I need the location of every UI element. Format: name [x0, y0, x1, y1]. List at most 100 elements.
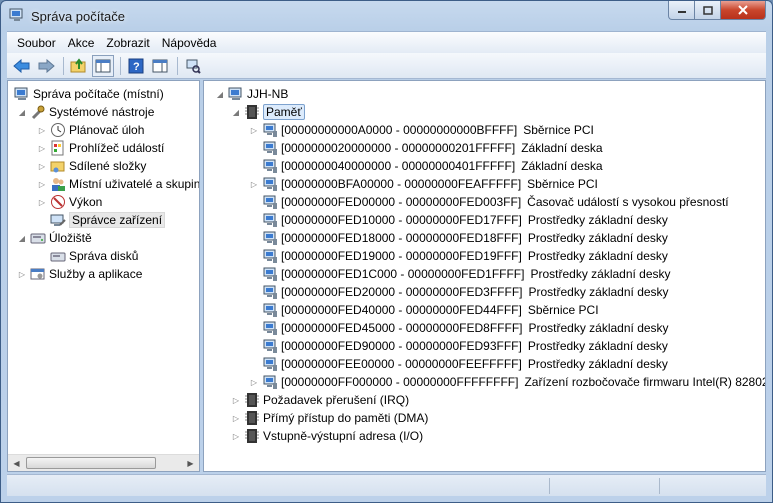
memory-resource-item[interactable]: [00000000FED18000 - 00000000FED18FFF] Pro… — [248, 229, 668, 247]
memory-resource-item[interactable]: [00000000FED1C000 - 00000000FED1FFFF] Pro… — [248, 265, 671, 283]
memory-resource-item[interactable]: ▷ [00000000FF000000 - 00000000FFFFFFFF] Za… — [248, 373, 765, 391]
tree-item-performance[interactable]: ▷ Výkon — [36, 193, 102, 211]
scroll-left-arrow-icon[interactable]: ◀ — [8, 455, 25, 471]
action-pane-button[interactable] — [149, 55, 171, 77]
up-one-level-button[interactable] — [68, 55, 90, 77]
tree-item-label: Správa disků — [69, 249, 139, 263]
memory-resource-item[interactable]: [00000000FED45000 - 00000000FED8FFFF] Pro… — [248, 319, 669, 337]
menu-akce[interactable]: Akce — [62, 36, 101, 50]
no-expand-spacer — [248, 142, 260, 154]
tree-item-device-manager[interactable]: Správce zařízení — [48, 211, 166, 229]
no-expand-spacer — [248, 340, 260, 352]
expand-arrow-icon[interactable]: ▷ — [16, 268, 28, 280]
memory-chip-icon — [244, 104, 260, 120]
expand-arrow-icon[interactable]: ▷ — [36, 160, 48, 172]
navigation-tree[interactable]: Správa počítače (místní) ◢ Systémové nás… — [7, 80, 200, 472]
device-icon — [262, 230, 278, 246]
toolbar-separator — [177, 56, 178, 75]
memory-chip-icon — [244, 392, 260, 408]
memory-range: [00000000FF000000 - 00000000FFFFFFFF] — [281, 375, 519, 389]
left-horizontal-scrollbar[interactable]: ◀ ▶ — [8, 454, 199, 471]
device-name: Prostředky základní desky — [530, 267, 671, 281]
expand-arrow-icon[interactable]: ▷ — [36, 196, 48, 208]
tree-item-label: Služby a aplikace — [49, 267, 143, 281]
memory-resource-item[interactable]: ▷ [00000000000A0000 - 00000000000BFFFF] Sb… — [248, 121, 594, 139]
memory-resource-item[interactable]: [00000000FED10000 - 00000000FED17FFF] Pro… — [248, 211, 668, 229]
tree-item-event-viewer[interactable]: ▷ Prohlížeč událostí — [36, 139, 164, 157]
close-button[interactable] — [721, 1, 766, 20]
tree-root-computer[interactable]: ◢ JJH-NB — [214, 85, 288, 103]
menu-soubor[interactable]: Soubor — [11, 36, 62, 50]
back-button[interactable] — [11, 55, 33, 77]
minimize-button[interactable] — [668, 1, 695, 20]
expand-arrow-icon[interactable]: ▷ — [248, 178, 260, 190]
computer-management-icon — [14, 86, 30, 102]
category-label: Vstupně-výstupní adresa (I/O) — [263, 429, 424, 443]
device-name: Základní deska — [521, 159, 603, 173]
memory-range: [00000000BFA00000 - 00000000FEAFFFFF] — [281, 177, 522, 191]
expand-arrow-icon[interactable]: ▷ — [230, 394, 242, 406]
tree-item-system-tools[interactable]: ◢ Systémové nástroje — [16, 103, 154, 121]
memory-resource-item[interactable]: [00000000FED00000 - 00000000FED003FF] Čas… — [248, 193, 729, 211]
performance-icon — [50, 194, 66, 210]
scroll-thumb[interactable] — [26, 457, 156, 469]
memory-resource-item[interactable]: [0000000020000000 - 00000000201FFFFF] Zák… — [248, 139, 603, 157]
expand-arrow-icon[interactable]: ▷ — [248, 124, 260, 136]
expand-arrow-icon[interactable]: ▷ — [36, 178, 48, 190]
memory-resource-item[interactable]: [00000000FED19000 - 00000000FED19FFF] Pro… — [248, 247, 668, 265]
device-icon — [262, 212, 278, 228]
menu-napoveda[interactable]: Nápověda — [156, 36, 223, 50]
expand-arrow-icon[interactable]: ▷ — [248, 376, 260, 388]
tree-item-storage[interactable]: ◢ Úložiště — [16, 229, 92, 247]
title-bar[interactable]: Správa počítače — [1, 1, 772, 31]
collapse-arrow-icon[interactable]: ◢ — [16, 106, 28, 118]
collapse-arrow-icon[interactable]: ◢ — [214, 88, 226, 100]
category-irq[interactable]: ▷ Požadavek přerušení (IRQ) — [230, 391, 409, 409]
scan-hardware-button[interactable] — [182, 55, 204, 77]
tree-item-task-scheduler[interactable]: ▷ Plánovač úloh — [36, 121, 144, 139]
device-name: Prostředky základní desky — [527, 249, 668, 263]
main-window: Správa počítače Soubor Akce Zobrazit Náp… — [0, 0, 773, 503]
memory-resource-item[interactable]: ▷ [00000000BFA00000 - 00000000FEAFFFFF] Sb… — [248, 175, 598, 193]
expand-arrow-icon[interactable]: ▷ — [230, 430, 242, 442]
memory-range: [00000000FED40000 - 00000000FED44FFF] — [281, 303, 522, 317]
collapse-arrow-icon[interactable]: ◢ — [16, 232, 28, 244]
memory-resource-item[interactable]: [0000000040000000 - 00000000401FFFFF] Zák… — [248, 157, 603, 175]
memory-resource-item[interactable]: [00000000FED20000 - 00000000FED3FFFF] Pro… — [248, 283, 669, 301]
category-dma[interactable]: ▷ Přímý přístup do paměti (DMA) — [230, 409, 428, 427]
device-icon — [262, 158, 278, 174]
device-tree[interactable]: ◢ JJH-NB ◢ Paměť ▷ [00000000000A0000 - 00… — [203, 80, 766, 472]
tree-item-local-users[interactable]: ▷ Místní uživatelé a skupiny — [36, 175, 199, 193]
collapse-arrow-icon[interactable]: ◢ — [230, 106, 242, 118]
memory-chip-icon — [244, 410, 260, 426]
memory-range: [0000000020000000 - 00000000201FFFFF] — [281, 141, 516, 155]
expand-arrow-icon[interactable]: ▷ — [230, 412, 242, 424]
memory-resource-item[interactable]: [00000000FED90000 - 00000000FED93FFF] Pro… — [248, 337, 668, 355]
device-icon — [262, 266, 278, 282]
show-hide-tree-button[interactable] — [92, 54, 114, 77]
tree-item-disk-management[interactable]: Správa disků — [48, 247, 138, 265]
category-io[interactable]: ▷ Vstupně-výstupní adresa (I/O) — [230, 427, 423, 445]
action-pane-icon — [152, 59, 168, 72]
maximize-button[interactable] — [695, 1, 721, 20]
menu-zobrazit[interactable]: Zobrazit — [100, 36, 155, 50]
help-button[interactable]: ? — [125, 55, 147, 77]
category-memory[interactable]: ◢ Paměť — [230, 103, 305, 121]
scroll-right-arrow-icon[interactable]: ▶ — [182, 455, 199, 471]
device-name: Prostředky základní desky — [527, 213, 668, 227]
device-icon — [262, 338, 278, 354]
status-segment — [549, 478, 659, 494]
device-manager-icon — [50, 212, 66, 228]
disk-icon — [50, 248, 66, 264]
forward-button[interactable] — [35, 55, 57, 77]
toolbar: ? — [7, 53, 766, 79]
expand-arrow-icon[interactable]: ▷ — [36, 142, 48, 154]
memory-resource-item[interactable]: [00000000FEE00000 - 00000000FEEFFFFF] Pro… — [248, 355, 668, 373]
tree-item-computer-management[interactable]: Správa počítače (místní) — [12, 85, 164, 103]
expand-arrow-icon[interactable]: ▷ — [36, 124, 48, 136]
no-expand-spacer — [248, 304, 260, 316]
tree-item-shared-folders[interactable]: ▷ Sdílené složky — [36, 157, 146, 175]
memory-resource-item[interactable]: [00000000FED40000 - 00000000FED44FFF] Sbě… — [248, 301, 599, 319]
tree-item-services-apps[interactable]: ▷ Služby a aplikace — [16, 265, 142, 283]
computer-name: JJH-NB — [247, 87, 289, 101]
